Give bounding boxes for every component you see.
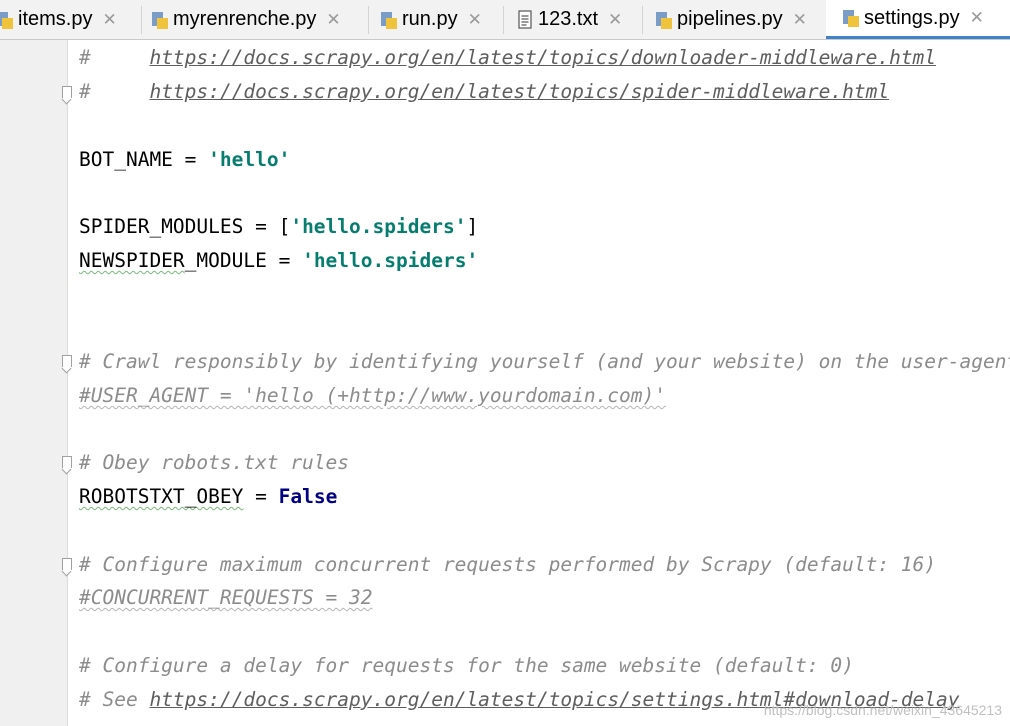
code-line-comment: # Configure maximum concurrent requests …: [79, 553, 937, 576]
identifier: _MODULE =: [184, 249, 303, 272]
line-number: 3: [0, 249, 10, 270]
close-icon[interactable]: ✕: [970, 8, 984, 28]
code-line-bot-name: BOT_NAME = 'hello': [79, 145, 290, 175]
close-icon[interactable]: ✕: [608, 10, 622, 30]
operator: =: [243, 485, 279, 508]
comment-text: #: [79, 80, 150, 103]
line-number: 7: [0, 46, 10, 67]
line-number: 6: [0, 688, 10, 709]
string-literal: 'hello': [208, 148, 291, 171]
tab-divider: [642, 6, 643, 34]
code-line-comment: #CONCURRENT_REQUESTS = 32: [79, 583, 373, 613]
python-file-icon: [380, 10, 398, 30]
text-file-icon: [516, 9, 534, 30]
python-file-icon: [655, 10, 673, 30]
tab-divider: [141, 6, 142, 34]
line-number: 1: [0, 519, 10, 540]
python-file-icon: [842, 8, 860, 28]
line-number: 0: [0, 148, 10, 169]
tab-label: run.py: [402, 8, 458, 30]
line-number: 5: [0, 654, 10, 675]
identifier: SPIDER_MODULES = [: [79, 215, 291, 238]
code-line-comment: # Crawl responsibly by identifying yours…: [79, 350, 1010, 373]
bracket: ]: [466, 215, 479, 238]
line-number: 2: [0, 553, 10, 574]
line-number: 4: [0, 620, 10, 641]
close-icon[interactable]: ✕: [102, 10, 116, 30]
string-literal: 'hello.spiders': [290, 215, 467, 238]
fold-marker-icon[interactable]: [62, 86, 72, 98]
tab-divider: [503, 6, 504, 34]
tab-myrenrenche-py[interactable]: myrenrenche.py ✕: [151, 0, 341, 39]
line-number: 9: [0, 114, 10, 135]
tab-123-txt[interactable]: 123.txt ✕: [516, 0, 622, 39]
commented-code: #CONCURRENT_REQUESTS = 32: [79, 586, 373, 609]
close-icon[interactable]: ✕: [326, 10, 340, 30]
fold-marker-icon[interactable]: [62, 355, 72, 367]
line-number: 8: [0, 418, 10, 439]
close-icon[interactable]: ✕: [793, 10, 807, 30]
line-number: 1: [0, 181, 10, 202]
identifier-typo-highlight: NEWSPIDER: [79, 249, 185, 272]
tab-label: 123.txt: [538, 8, 599, 30]
python-file-icon: [0, 10, 14, 30]
identifier: ROBOTSTXT_OBEY: [79, 485, 244, 508]
code-line-robotstxt-obey: ROBOTSTXT_OBEY = False: [79, 482, 337, 512]
code-line-comment: #USER_AGENT = 'hello (+http://www.yourdo…: [79, 381, 666, 411]
code-line-newspider-module: NEWSPIDER_MODULE = 'hello.spiders': [79, 246, 478, 276]
line-number: 8: [0, 80, 10, 101]
code-line-comment: # Configure a delay for requests for the…: [79, 654, 854, 677]
code-line-spider-modules: SPIDER_MODULES = ['hello.spiders']: [79, 212, 478, 242]
editor-tab-bar: items.py ✕ myrenrenche.py ✕ run.py ✕ 123…: [0, 0, 1010, 40]
tab-label: items.py: [18, 8, 93, 30]
line-number: 6: [0, 350, 10, 371]
python-file-icon: [151, 10, 169, 30]
line-number: 7: [0, 384, 10, 405]
tab-label: settings.py: [864, 6, 960, 29]
line-number: 4: [0, 283, 10, 304]
string-literal: 'hello.spiders': [302, 249, 479, 272]
keyword: False: [278, 485, 338, 508]
ide-window: items.py ✕ myrenrenche.py ✕ run.py ✕ 123…: [0, 0, 1010, 726]
code-editor[interactable]: # https://docs.scrapy.org/en/latest/topi…: [79, 40, 1010, 726]
line-number: 3: [0, 586, 10, 607]
line-number: 0: [0, 485, 10, 506]
comment-text: # See: [79, 688, 150, 711]
tab-label: pipelines.py: [677, 8, 783, 30]
tab-settings-py[interactable]: settings.py ✕: [826, 0, 1010, 39]
watermark: https://blog.csdn.net/weixin_43645213: [763, 702, 1002, 718]
code-line-comment-link: # https://docs.scrapy.org/en/latest/topi…: [79, 77, 889, 107]
fold-marker-icon[interactable]: [62, 558, 72, 570]
close-icon[interactable]: ✕: [468, 10, 482, 30]
tab-items-py[interactable]: items.py ✕: [0, 0, 117, 39]
tab-divider: [368, 6, 369, 34]
line-number: 9: [0, 451, 10, 472]
tab-pipelines-py[interactable]: pipelines.py ✕: [655, 0, 807, 39]
comment-text: #: [79, 46, 150, 69]
line-number-gutter: 7 8 9 0 1 2 3 4 5 6 7 8 9 0 1 2 3 4 5 6: [0, 40, 72, 726]
tab-run-py[interactable]: run.py ✕: [380, 0, 482, 39]
line-number: 5: [0, 316, 10, 337]
doc-link[interactable]: https://docs.scrapy.org/en/latest/topics…: [149, 80, 889, 103]
code-line-comment: # Obey robots.txt rules: [79, 451, 350, 474]
commented-code: #USER_AGENT = 'hello (+http://www.yourdo…: [79, 384, 666, 407]
line-number: 2: [0, 215, 10, 236]
fold-marker-icon[interactable]: [62, 456, 72, 468]
identifier: BOT_NAME =: [79, 148, 209, 171]
doc-link[interactable]: https://docs.scrapy.org/en/latest/topics…: [149, 46, 936, 69]
tab-label: myrenrenche.py: [173, 8, 317, 30]
code-line-comment-link: # https://docs.scrapy.org/en/latest/topi…: [79, 43, 936, 73]
